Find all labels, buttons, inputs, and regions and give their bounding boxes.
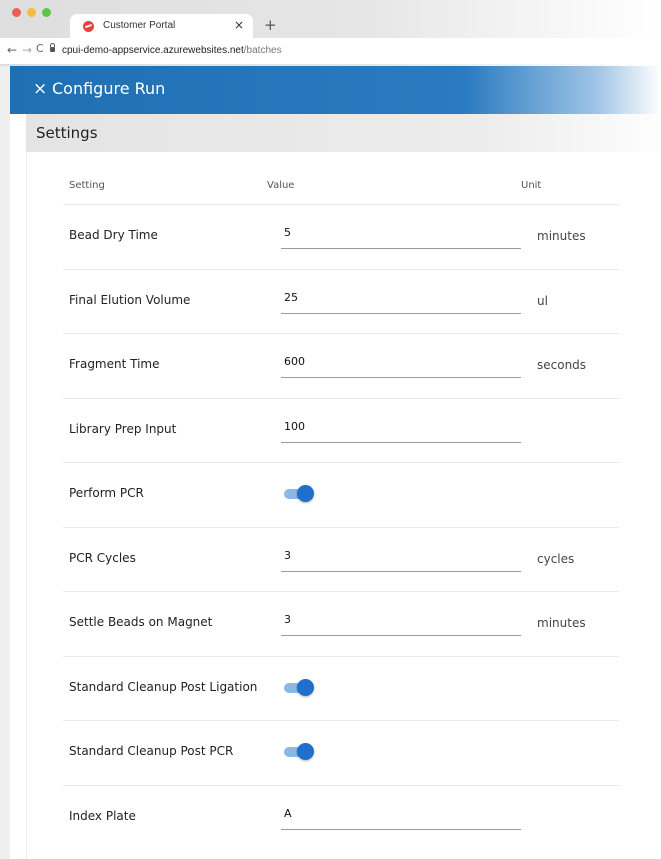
setting-unit: cycles (537, 551, 575, 566)
setting-value: 100 (284, 419, 305, 433)
toggle-knob (297, 743, 314, 760)
setting-value-input[interactable]: 3 (281, 545, 521, 572)
maximize-window-button[interactable] (42, 8, 51, 17)
setting-toggle[interactable] (284, 678, 314, 697)
reload-icon[interactable]: C (36, 42, 44, 55)
setting-unit: seconds (537, 358, 587, 372)
setting-label: Perform PCR (69, 486, 144, 500)
address-bar: ← → C cpui-demo-appservice.azurewebsites… (0, 38, 661, 64)
browser-chrome: Customer Portal × + ← → C cpui-demo-apps… (0, 0, 661, 66)
browser-tab[interactable]: Customer Portal × (70, 14, 253, 38)
app-header: × Configure Run (10, 66, 661, 114)
toggle-knob (297, 485, 314, 502)
setting-value: 3 (284, 548, 291, 562)
close-window-button[interactable] (12, 8, 21, 17)
setting-value-input[interactable]: A (281, 803, 521, 830)
setting-value-input[interactable]: 3 (281, 609, 521, 636)
lock-icon (50, 43, 55, 52)
table-row: Bead Dry Time 5 minutes (63, 204, 619, 269)
setting-label: Settle Beads on Magnet (69, 615, 213, 629)
setting-toggle[interactable] (284, 485, 314, 503)
setting-label: PCR Cycles (69, 550, 136, 565)
table-row: Index Plate A (63, 784, 619, 850)
settings-header: Settings (26, 114, 661, 152)
tab-bar: Customer Portal × + (0, 0, 661, 38)
close-icon[interactable]: × (33, 79, 47, 99)
column-header-setting: Setting (69, 180, 105, 191)
setting-label: Fragment Time (69, 357, 160, 371)
settings-title: Settings (36, 124, 98, 142)
url-field[interactable]: cpui-demo-appservice.azurewebsites.net/b… (62, 45, 282, 56)
tab-title: Customer Portal (103, 20, 176, 31)
setting-value: A (284, 806, 292, 820)
setting-value-input[interactable]: 5 (281, 222, 521, 249)
setting-label: Library Prep Input (69, 421, 177, 436)
table-row: Standard Cleanup Post Ligation (63, 655, 619, 721)
minimize-window-button[interactable] (27, 8, 36, 17)
setting-unit: minutes (537, 616, 586, 630)
setting-toggle[interactable] (284, 743, 314, 761)
settings-panel: Setting Value Unit Bead Dry Time 5 minutes… (26, 152, 651, 859)
table-row: Library Prep Input 100 (63, 397, 619, 463)
setting-value-input[interactable]: 600 (281, 351, 521, 378)
page-title: Configure Run (52, 79, 166, 98)
table-row: Final Elution Volume 25 ul (63, 268, 619, 334)
browser-window: Customer Portal × + ← → C cpui-demo-apps… (0, 0, 661, 859)
new-tab-button[interactable]: + (264, 16, 277, 34)
table-row: Standard Cleanup Post PCR (63, 720, 619, 785)
setting-value: 25 (284, 290, 298, 304)
setting-value: 3 (284, 613, 291, 626)
setting-label: Standard Cleanup Post Ligation (69, 679, 258, 694)
setting-label: Standard Cleanup Post PCR (69, 744, 234, 758)
setting-label: Bead Dry Time (69, 228, 158, 242)
table-row: Perform PCR (63, 462, 619, 527)
tab-close-icon[interactable]: × (234, 18, 244, 32)
setting-unit: minutes (537, 229, 586, 243)
table-row: PCR Cycles 3 cycles (63, 526, 619, 592)
column-header-unit: Unit (521, 180, 542, 191)
toggle-knob (297, 678, 314, 696)
setting-label: Final Elution Volume (69, 292, 191, 307)
url-host: cpui-demo-appservice.azurewebsites.net (62, 45, 244, 56)
table-row: Settle Beads on Magnet 3 minutes (63, 591, 619, 656)
setting-value: 600 (284, 355, 305, 368)
url-path: /batches (243, 45, 282, 56)
favicon-icon (83, 21, 94, 32)
setting-value-input[interactable]: 25 (281, 287, 521, 314)
column-header-value: Value (267, 180, 295, 191)
back-arrow-icon[interactable]: ← (7, 43, 17, 57)
forward-arrow-icon[interactable]: → (22, 43, 32, 57)
setting-unit: ul (537, 293, 548, 308)
setting-label: Index Plate (69, 808, 136, 823)
setting-value-input[interactable]: 100 (281, 416, 521, 443)
setting-value: 5 (284, 226, 291, 239)
table-row: Fragment Time 600 seconds (63, 333, 619, 398)
